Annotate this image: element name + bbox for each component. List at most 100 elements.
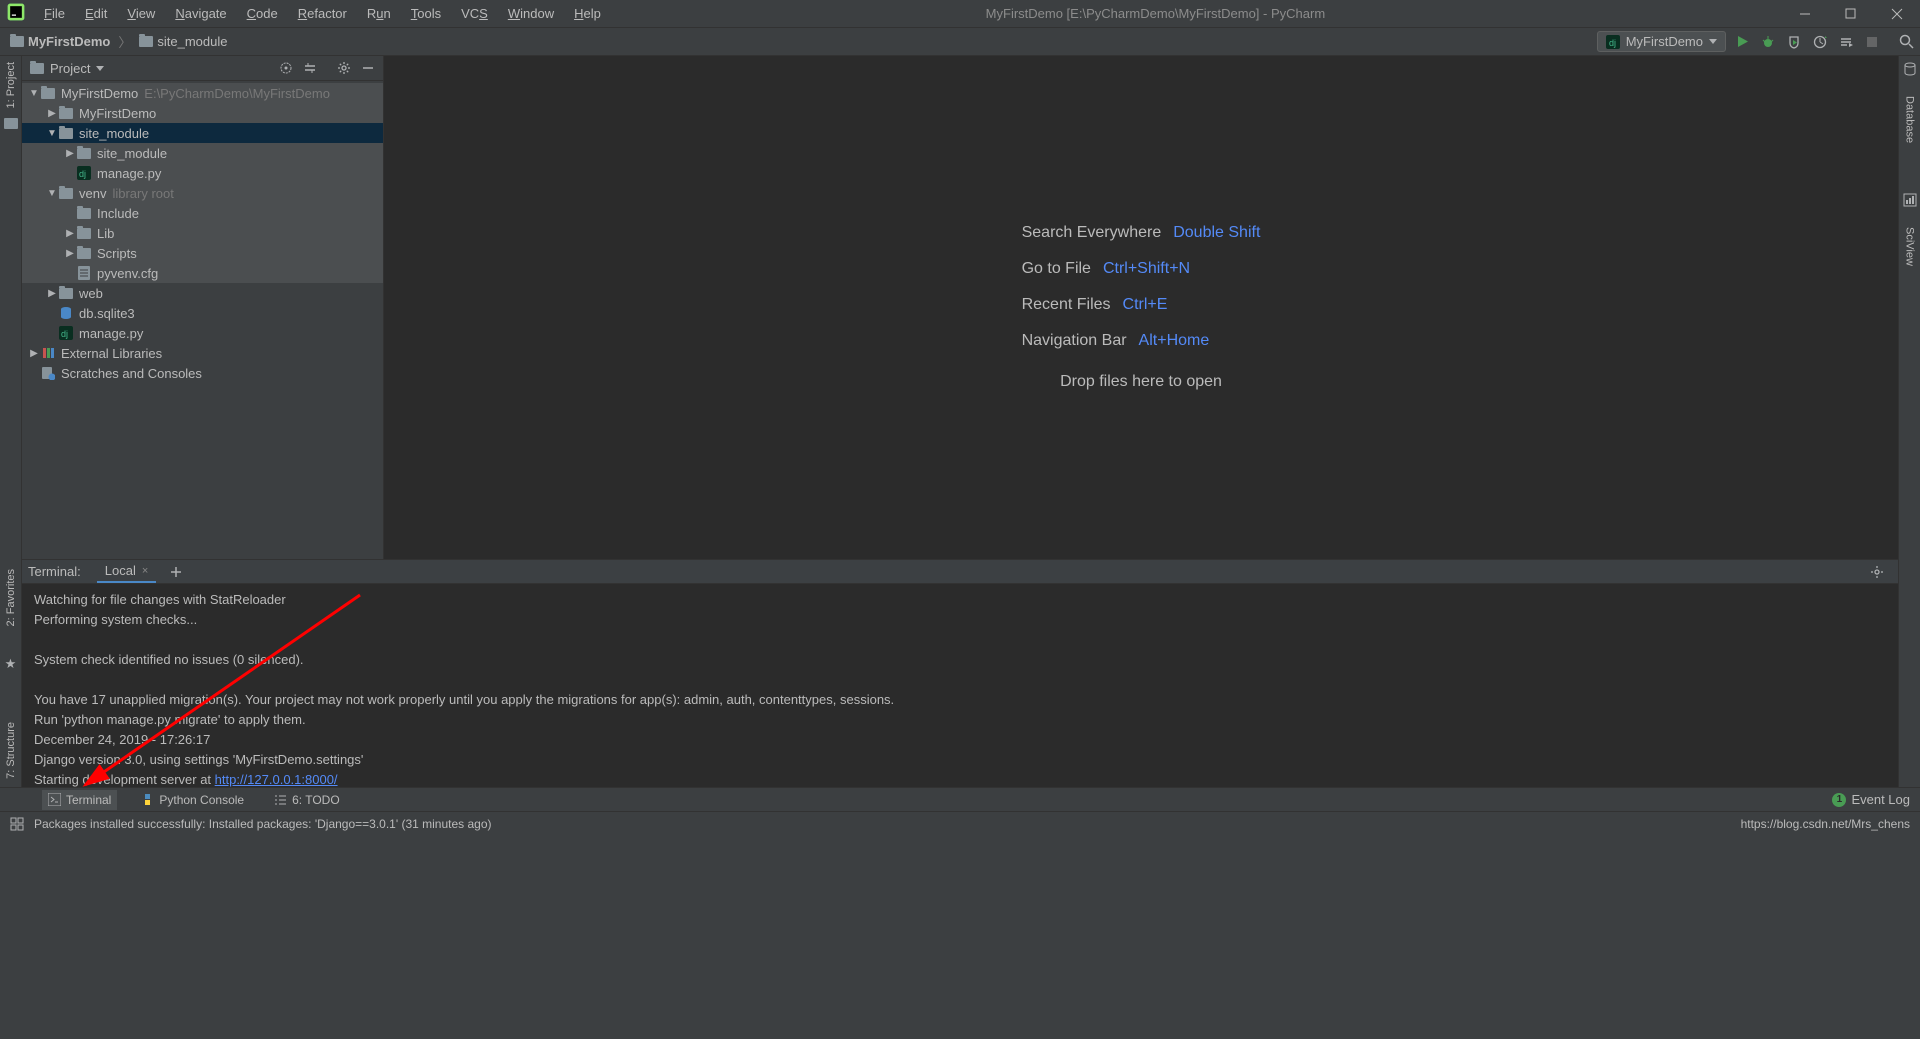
tree-item[interactable]: ▼site_module bbox=[22, 123, 383, 143]
folder-icon bbox=[4, 118, 18, 129]
project-tool-window: Project ▼MyFirstDemoE:\PyCharmDemo\MyFir… bbox=[22, 56, 384, 559]
db-icon bbox=[58, 305, 74, 321]
gear-icon[interactable] bbox=[337, 61, 351, 75]
editor-hint: Navigation BarAlt+Home bbox=[1022, 332, 1261, 350]
title-bar: File Edit View Navigate Code Refactor Ru… bbox=[0, 0, 1920, 28]
tree-item[interactable]: ▶site_module bbox=[22, 143, 383, 163]
menu-navigate[interactable]: Navigate bbox=[167, 3, 234, 24]
run-button[interactable] bbox=[1734, 34, 1750, 50]
windows-icon[interactable] bbox=[10, 817, 24, 831]
menu-file[interactable]: File bbox=[36, 3, 73, 24]
svg-text:dj: dj bbox=[79, 169, 86, 179]
tree-item[interactable]: ▶External Libraries bbox=[22, 343, 383, 363]
terminal-tab-local[interactable]: Local × bbox=[97, 560, 157, 583]
rail-database-button[interactable]: Database bbox=[1904, 96, 1916, 143]
hide-icon[interactable] bbox=[361, 61, 375, 75]
terminal-header: Terminal: Local × bbox=[0, 559, 1920, 584]
chevron-down-icon bbox=[1709, 39, 1717, 44]
folder-icon bbox=[76, 145, 92, 161]
menu-vcs[interactable]: VCS bbox=[453, 3, 496, 24]
rail-sciview-button[interactable]: SciView bbox=[1904, 227, 1916, 266]
profile-button[interactable] bbox=[1812, 34, 1828, 50]
status-message: Packages installed successfully: Install… bbox=[34, 817, 492, 831]
rail-favorites-button[interactable]: 2: Favorites bbox=[5, 569, 17, 626]
maximize-button[interactable] bbox=[1828, 0, 1874, 28]
tree-item[interactable]: pyvenv.cfg bbox=[22, 263, 383, 283]
menu-run[interactable]: Run bbox=[359, 3, 399, 24]
folder-icon bbox=[76, 225, 92, 241]
folder-icon bbox=[40, 85, 56, 101]
folder-icon bbox=[58, 285, 74, 301]
search-button[interactable] bbox=[1898, 34, 1914, 50]
rail-structure-button[interactable]: 7: Structure bbox=[5, 722, 17, 779]
server-url-link[interactable]: http://127.0.0.1:8000/ bbox=[215, 772, 338, 787]
add-terminal-button[interactable] bbox=[170, 566, 182, 578]
svg-text:dj: dj bbox=[61, 329, 68, 339]
breadcrumb-child: site_module bbox=[157, 34, 227, 49]
tree-item[interactable]: ▶Scripts bbox=[22, 243, 383, 263]
project-header: Project bbox=[22, 56, 383, 81]
folder-icon bbox=[58, 185, 74, 201]
tree-item[interactable]: ▶MyFirstDemo bbox=[22, 103, 383, 123]
tree-item[interactable]: ▶Lib bbox=[22, 223, 383, 243]
python-icon bbox=[141, 793, 154, 806]
menu-view[interactable]: View bbox=[119, 3, 163, 24]
tree-item[interactable]: Scratches and Consoles bbox=[22, 363, 383, 383]
editor-empty-state[interactable]: Search EverywhereDouble ShiftGo to FileC… bbox=[384, 56, 1898, 559]
database-icon bbox=[1903, 62, 1917, 76]
tree-item[interactable]: ▼venvlibrary root bbox=[22, 183, 383, 203]
run-config-selector[interactable]: dj MyFirstDemo bbox=[1597, 31, 1726, 52]
tree-item[interactable]: ▼MyFirstDemoE:\PyCharmDemo\MyFirstDemo bbox=[22, 83, 383, 103]
terminal-tool-button[interactable]: Terminal bbox=[42, 790, 117, 810]
window-title: MyFirstDemo [E:\PyCharmDemo\MyFirstDemo]… bbox=[609, 6, 1782, 21]
terminal-label: Terminal: bbox=[28, 564, 81, 579]
locate-icon[interactable] bbox=[279, 61, 293, 75]
terminal-icon bbox=[48, 793, 61, 806]
python-console-tool-button[interactable]: Python Console bbox=[135, 790, 250, 810]
menu-window[interactable]: Window bbox=[500, 3, 562, 24]
collapse-icon[interactable] bbox=[303, 61, 317, 75]
app-icon bbox=[6, 2, 30, 26]
tree-item[interactable]: db.sqlite3 bbox=[22, 303, 383, 323]
django-icon: dj bbox=[58, 325, 74, 341]
tree-item[interactable]: Include bbox=[22, 203, 383, 223]
status-url: https://blog.csdn.net/Mrs_chens bbox=[1741, 817, 1910, 831]
menu-help[interactable]: Help bbox=[566, 3, 609, 24]
folder-icon bbox=[58, 105, 74, 121]
bottom-tool-bar: Terminal Python Console 6: TODO 1 Event … bbox=[0, 787, 1920, 811]
lib-icon bbox=[40, 345, 56, 361]
tree-item[interactable]: djmanage.py bbox=[22, 323, 383, 343]
right-tool-rail: Database SciView bbox=[1898, 56, 1920, 559]
folder-icon bbox=[76, 205, 92, 221]
svg-text:dj: dj bbox=[1609, 38, 1616, 48]
menu-code[interactable]: Code bbox=[239, 3, 286, 24]
event-badge: 1 bbox=[1832, 793, 1846, 807]
terminal-output[interactable]: Watching for file changes with StatReloa… bbox=[22, 584, 1898, 787]
debug-button[interactable] bbox=[1760, 34, 1776, 50]
event-log-button[interactable]: 1 Event Log bbox=[1832, 792, 1910, 807]
tree-item[interactable]: djmanage.py bbox=[22, 163, 383, 183]
editor-drop-hint: Drop files here to open bbox=[1060, 373, 1222, 391]
attach-button[interactable] bbox=[1838, 34, 1854, 50]
menu-refactor[interactable]: Refactor bbox=[290, 3, 355, 24]
project-view-icon bbox=[30, 63, 44, 74]
star-icon: ★ bbox=[5, 656, 17, 672]
gear-icon[interactable] bbox=[1870, 565, 1884, 579]
menu-tools[interactable]: Tools bbox=[403, 3, 449, 24]
todo-tool-button[interactable]: 6: TODO bbox=[268, 790, 346, 810]
rail-project-button[interactable]: 1: Project bbox=[5, 62, 17, 108]
chevron-down-icon[interactable] bbox=[96, 66, 104, 71]
tree-item[interactable]: ▶web bbox=[22, 283, 383, 303]
breadcrumb[interactable]: MyFirstDemo 〉 site_module bbox=[6, 32, 231, 51]
run-config-label: MyFirstDemo bbox=[1626, 34, 1703, 49]
left-tool-rail: 1: Project bbox=[0, 56, 22, 559]
stop-button[interactable] bbox=[1864, 34, 1880, 50]
project-title[interactable]: Project bbox=[50, 61, 90, 76]
menu-edit[interactable]: Edit bbox=[77, 3, 115, 24]
scratch-icon bbox=[40, 365, 56, 381]
close-icon[interactable]: × bbox=[142, 565, 148, 577]
coverage-button[interactable] bbox=[1786, 34, 1802, 50]
close-button[interactable] bbox=[1874, 0, 1920, 28]
project-tree[interactable]: ▼MyFirstDemoE:\PyCharmDemo\MyFirstDemo▶M… bbox=[22, 81, 383, 559]
minimize-button[interactable] bbox=[1782, 0, 1828, 28]
